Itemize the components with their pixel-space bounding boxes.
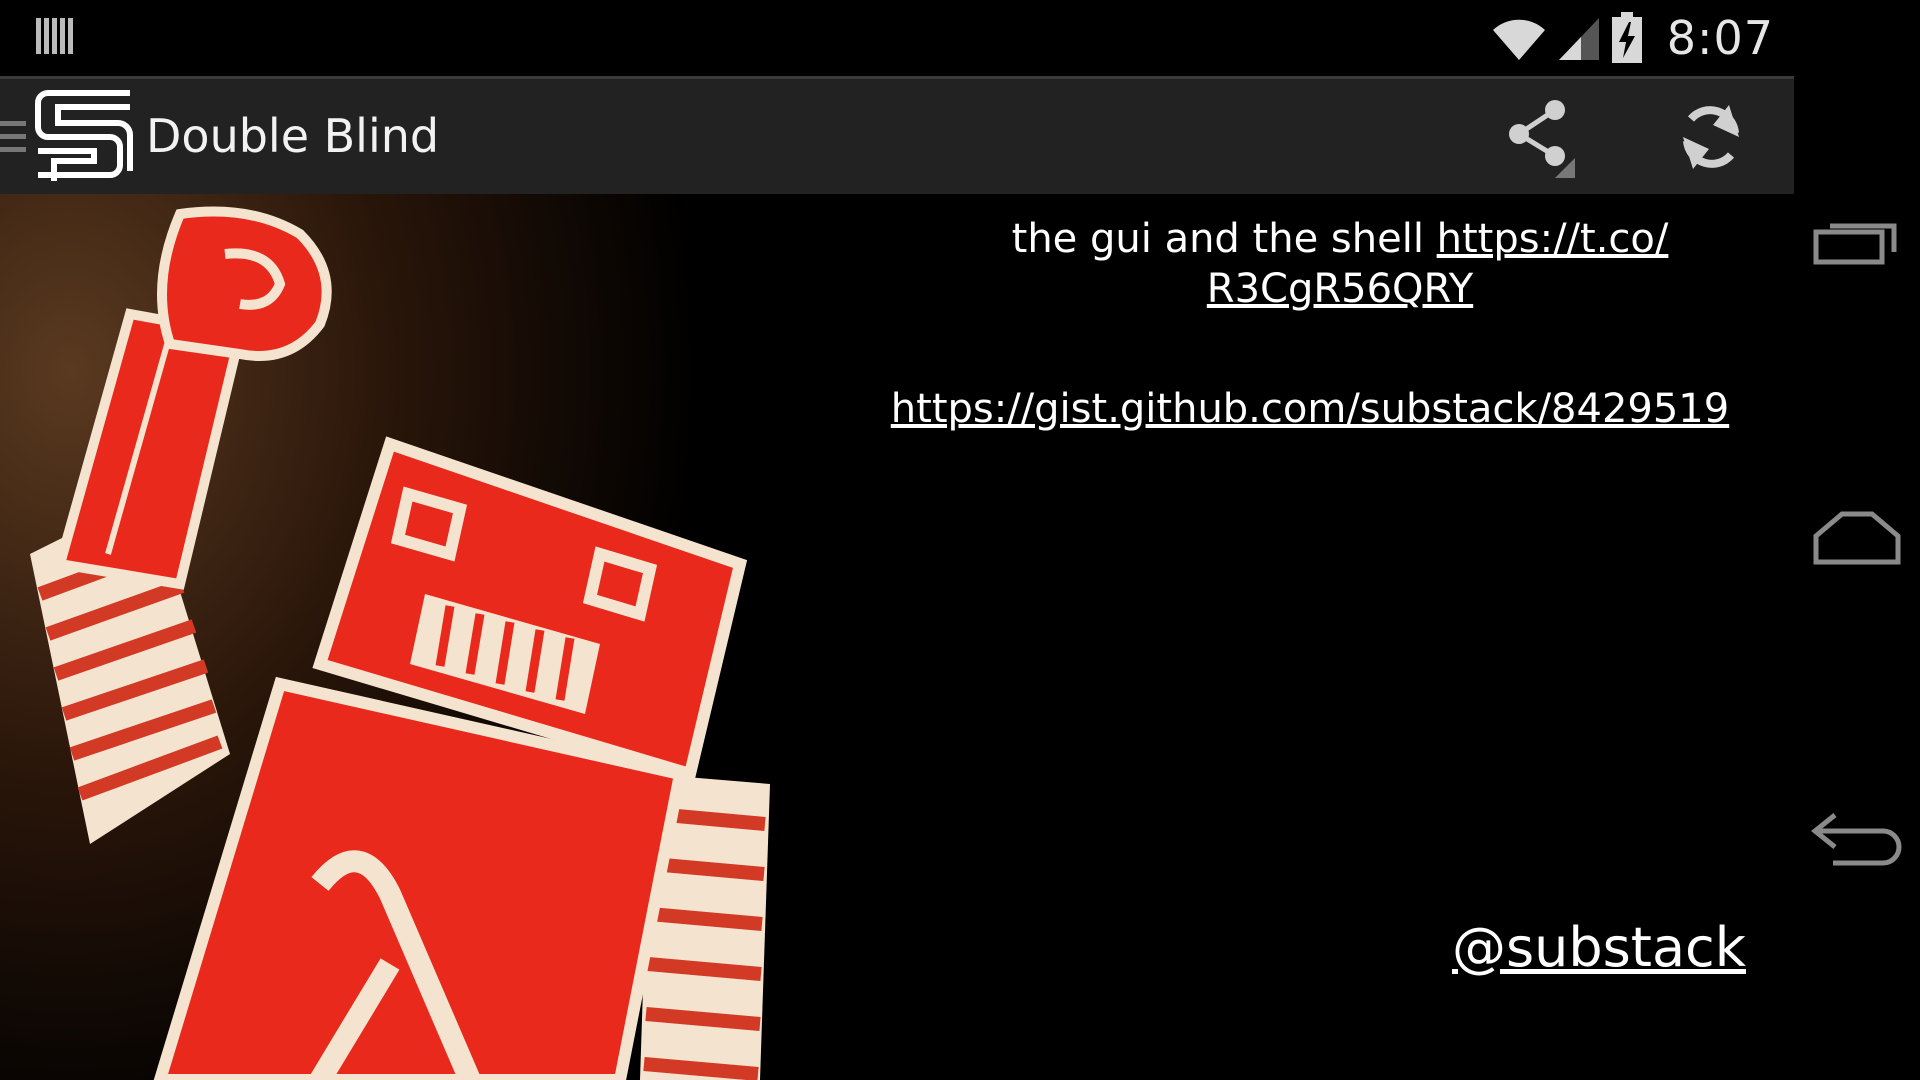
battery-charging-icon — [1611, 12, 1642, 63]
signal-icon — [1558, 18, 1599, 60]
app-logo-icon[interactable] — [34, 89, 134, 185]
home-icon — [1813, 511, 1901, 565]
gist-link[interactable]: https://gist.github.com/substack/8429519 — [880, 386, 1740, 432]
navigation-bar — [1794, 0, 1920, 1080]
notification-icon — [36, 18, 73, 54]
screen: 8:07 Double Blind the gui and the shell … — [0, 0, 1920, 1080]
drawer-indicator-icon[interactable] — [0, 115, 28, 159]
tweet-text: the gui and the shell https://t.co/ R3Cg… — [940, 214, 1740, 314]
tweet-text-body: the gui and the shell — [1011, 216, 1437, 262]
robot-illustration — [0, 194, 770, 1080]
share-icon — [1509, 100, 1575, 178]
content-area: the gui and the shell https://t.co/ R3Cg… — [0, 194, 1794, 1080]
recents-button[interactable] — [1794, 180, 1920, 300]
home-button[interactable] — [1794, 476, 1920, 596]
status-time: 8:07 — [1666, 11, 1774, 65]
share-button[interactable] — [1482, 89, 1592, 185]
back-icon — [1810, 813, 1902, 866]
status-icons: 8:07 — [1491, 8, 1774, 68]
wifi-icon — [1492, 19, 1545, 60]
recents-icon — [1813, 223, 1897, 265]
action-bar: Double Blind — [0, 76, 1794, 194]
refresh-button[interactable] — [1656, 89, 1766, 185]
back-button[interactable] — [1794, 780, 1920, 900]
app-title: Double Blind — [146, 109, 440, 163]
refresh-icon — [1683, 105, 1739, 169]
status-bar: 8:07 — [0, 0, 1794, 76]
author-handle-link[interactable]: @substack — [1452, 916, 1746, 979]
